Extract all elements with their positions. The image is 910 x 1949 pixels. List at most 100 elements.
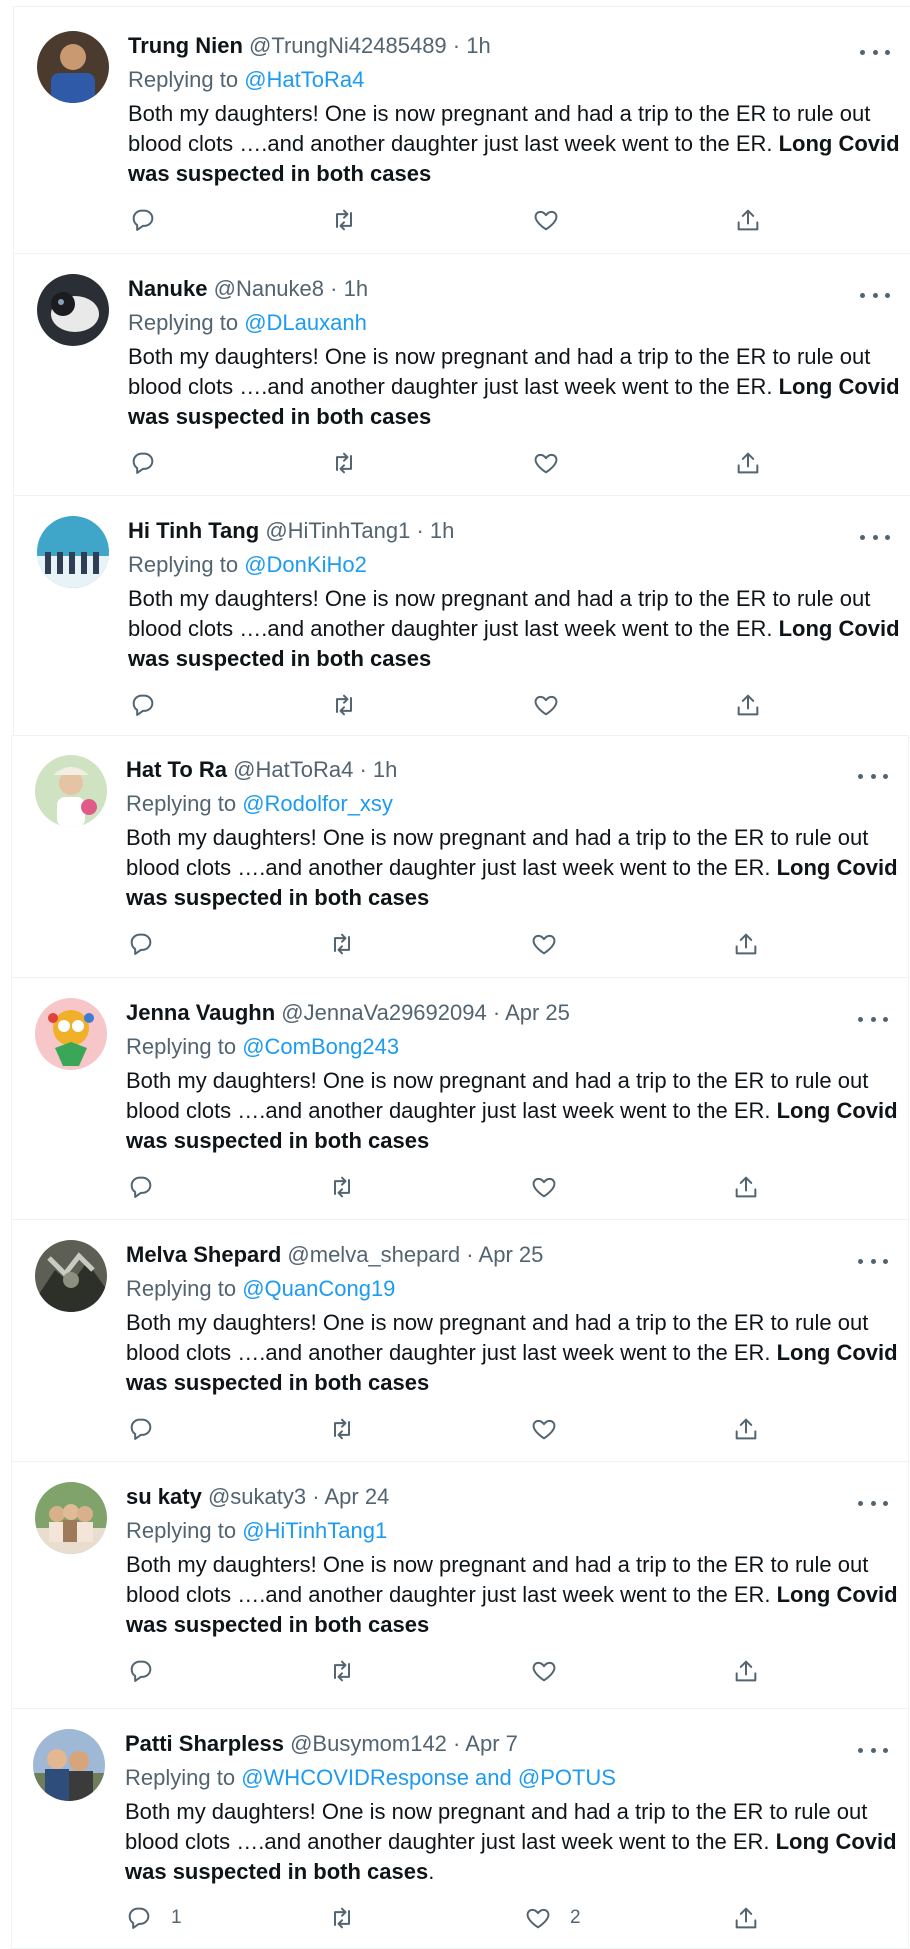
replying-to: Replying to @QuanCong19 bbox=[126, 1275, 395, 1303]
reply-button[interactable] bbox=[127, 1172, 173, 1202]
avatar[interactable] bbox=[37, 31, 109, 103]
display-name[interactable]: su katy bbox=[126, 1484, 202, 1509]
tweet-text: Both my daughters! One is now pregnant a… bbox=[126, 1066, 910, 1156]
avatar[interactable] bbox=[33, 1729, 105, 1801]
tweet-card[interactable]: Trung Nien @TrungNi42485489 · 1h Replyin… bbox=[13, 6, 910, 254]
avatar[interactable] bbox=[37, 274, 109, 346]
user-handle[interactable]: @melva_shepard bbox=[287, 1242, 460, 1267]
like-button[interactable] bbox=[530, 1414, 576, 1444]
reply-target-link[interactable]: @DonKiHo2 bbox=[244, 552, 367, 577]
like-icon bbox=[532, 1661, 556, 1682]
timestamp[interactable]: Apr 25 bbox=[479, 1242, 544, 1267]
share-button[interactable] bbox=[732, 1656, 760, 1686]
like-button[interactable]: 2 bbox=[524, 1903, 581, 1933]
avatar[interactable] bbox=[35, 1240, 107, 1312]
retweet-button[interactable] bbox=[328, 1172, 356, 1202]
more-icon[interactable] bbox=[860, 283, 890, 307]
reply-target-link[interactable]: @ComBong243 bbox=[242, 1034, 399, 1059]
tweet-card[interactable]: Hat To Ra @HatToRa4 · 1h Replying to @Ro… bbox=[11, 735, 909, 978]
share-button[interactable] bbox=[732, 929, 760, 959]
display-name[interactable]: Jenna Vaughn bbox=[126, 1000, 275, 1025]
user-handle[interactable]: @HatToRa4 bbox=[233, 757, 353, 782]
like-button[interactable] bbox=[530, 1656, 576, 1686]
like-button[interactable] bbox=[532, 205, 578, 235]
avatar[interactable] bbox=[37, 516, 109, 588]
reply-button[interactable] bbox=[127, 1414, 173, 1444]
user-handle[interactable]: @HiTinhTang1 bbox=[265, 518, 410, 543]
tweet-card[interactable]: su katy @sukaty3 · Apr 24 Replying to @H… bbox=[11, 1461, 909, 1709]
timestamp[interactable]: 1h bbox=[466, 33, 490, 58]
reply-button[interactable] bbox=[127, 1656, 173, 1686]
display-name[interactable]: Melva Shepard bbox=[126, 1242, 281, 1267]
share-button[interactable] bbox=[732, 1172, 760, 1202]
share-button[interactable] bbox=[734, 448, 762, 478]
reply-button[interactable]: 1 bbox=[125, 1903, 182, 1933]
reply-button[interactable] bbox=[129, 690, 175, 720]
retweet-icon bbox=[336, 452, 352, 474]
display-name[interactable]: Nanuke bbox=[128, 276, 207, 301]
avatar[interactable] bbox=[35, 998, 107, 1070]
timestamp[interactable]: 1h bbox=[373, 757, 397, 782]
display-name[interactable]: Patti Sharpless bbox=[125, 1731, 284, 1756]
more-icon[interactable] bbox=[858, 1249, 888, 1273]
tweet-card[interactable]: Hi Tinh Tang @HiTinhTang1 · 1h Replying … bbox=[13, 495, 910, 738]
display-name[interactable]: Hat To Ra bbox=[126, 757, 227, 782]
tweet-card[interactable]: Melva Shepard @melva_shepard · Apr 25 Re… bbox=[11, 1219, 909, 1462]
like-icon bbox=[532, 1177, 556, 1198]
share-button[interactable] bbox=[734, 205, 762, 235]
share-icon bbox=[735, 1660, 757, 1682]
reply-target-link[interactable]: @WHCOVIDResponse and @POTUS bbox=[241, 1765, 616, 1790]
tweet-card[interactable]: Patti Sharpless @Busymom142 · Apr 7 Repl… bbox=[11, 1708, 909, 1949]
like-button[interactable] bbox=[532, 448, 578, 478]
tweet-card[interactable]: Jenna Vaughn @JennaVa29692094 · Apr 25 R… bbox=[11, 977, 909, 1220]
timestamp[interactable]: Apr 24 bbox=[324, 1484, 389, 1509]
timestamp[interactable]: Apr 25 bbox=[505, 1000, 570, 1025]
reply-button[interactable] bbox=[129, 448, 175, 478]
timestamp[interactable]: Apr 7 bbox=[465, 1731, 518, 1756]
reply-target-link[interactable]: @QuanCong19 bbox=[242, 1276, 395, 1301]
reply-target-link[interactable]: @HiTinhTang1 bbox=[242, 1518, 387, 1543]
more-icon[interactable] bbox=[858, 1007, 888, 1031]
reply-button[interactable] bbox=[127, 929, 173, 959]
like-button[interactable] bbox=[532, 690, 578, 720]
share-button[interactable] bbox=[734, 690, 762, 720]
display-name[interactable]: Hi Tinh Tang bbox=[128, 518, 259, 543]
avatar[interactable] bbox=[35, 755, 107, 827]
tweet-text: Both my daughters! One is now pregnant a… bbox=[125, 1797, 905, 1887]
reply-target-link[interactable]: @Rodolfor_xsy bbox=[242, 791, 393, 816]
user-handle[interactable]: @sukaty3 bbox=[208, 1484, 306, 1509]
more-icon[interactable] bbox=[860, 40, 890, 64]
retweet-button[interactable] bbox=[328, 1414, 356, 1444]
user-handle[interactable]: @Nanuke8 bbox=[214, 276, 324, 301]
user-handle[interactable]: @Busymom142 bbox=[290, 1731, 447, 1756]
like-button[interactable] bbox=[530, 1172, 576, 1202]
more-icon[interactable] bbox=[860, 525, 890, 549]
display-name[interactable]: Trung Nien bbox=[128, 33, 243, 58]
reply-target-link[interactable]: @DLauxanh bbox=[244, 310, 367, 335]
user-handle[interactable]: @TrungNi42485489 bbox=[249, 33, 447, 58]
user-handle[interactable]: @JennaVa29692094 bbox=[281, 1000, 486, 1025]
retweet-button[interactable] bbox=[330, 205, 358, 235]
tweet-header: Hi Tinh Tang @HiTinhTang1 · 1h bbox=[128, 517, 454, 545]
timestamp[interactable]: 1h bbox=[430, 518, 454, 543]
reply-target-link[interactable]: @HatToRa4 bbox=[244, 67, 364, 92]
like-icon bbox=[534, 210, 558, 231]
more-icon[interactable] bbox=[858, 1738, 888, 1762]
timestamp[interactable]: 1h bbox=[344, 276, 368, 301]
share-button[interactable] bbox=[732, 1903, 760, 1933]
retweet-button[interactable] bbox=[328, 929, 356, 959]
like-button[interactable] bbox=[530, 929, 576, 959]
avatar[interactable] bbox=[35, 1482, 107, 1554]
more-icon[interactable] bbox=[858, 1491, 888, 1515]
tweet-text-plain: Both my daughters! One is now pregnant a… bbox=[126, 825, 869, 880]
more-icon[interactable] bbox=[858, 764, 888, 788]
retweet-button[interactable] bbox=[328, 1656, 356, 1686]
share-button[interactable] bbox=[732, 1414, 760, 1444]
retweet-button[interactable] bbox=[330, 690, 358, 720]
tweet-card[interactable]: Nanuke @Nanuke8 · 1h Replying to @DLauxa… bbox=[13, 253, 910, 496]
reply-button[interactable] bbox=[129, 205, 175, 235]
retweet-button[interactable] bbox=[328, 1903, 356, 1933]
retweet-button[interactable] bbox=[330, 448, 358, 478]
tweet-text: Both my daughters! One is now pregnant a… bbox=[126, 1550, 910, 1640]
tweet-text-suffix: . bbox=[428, 1859, 435, 1884]
